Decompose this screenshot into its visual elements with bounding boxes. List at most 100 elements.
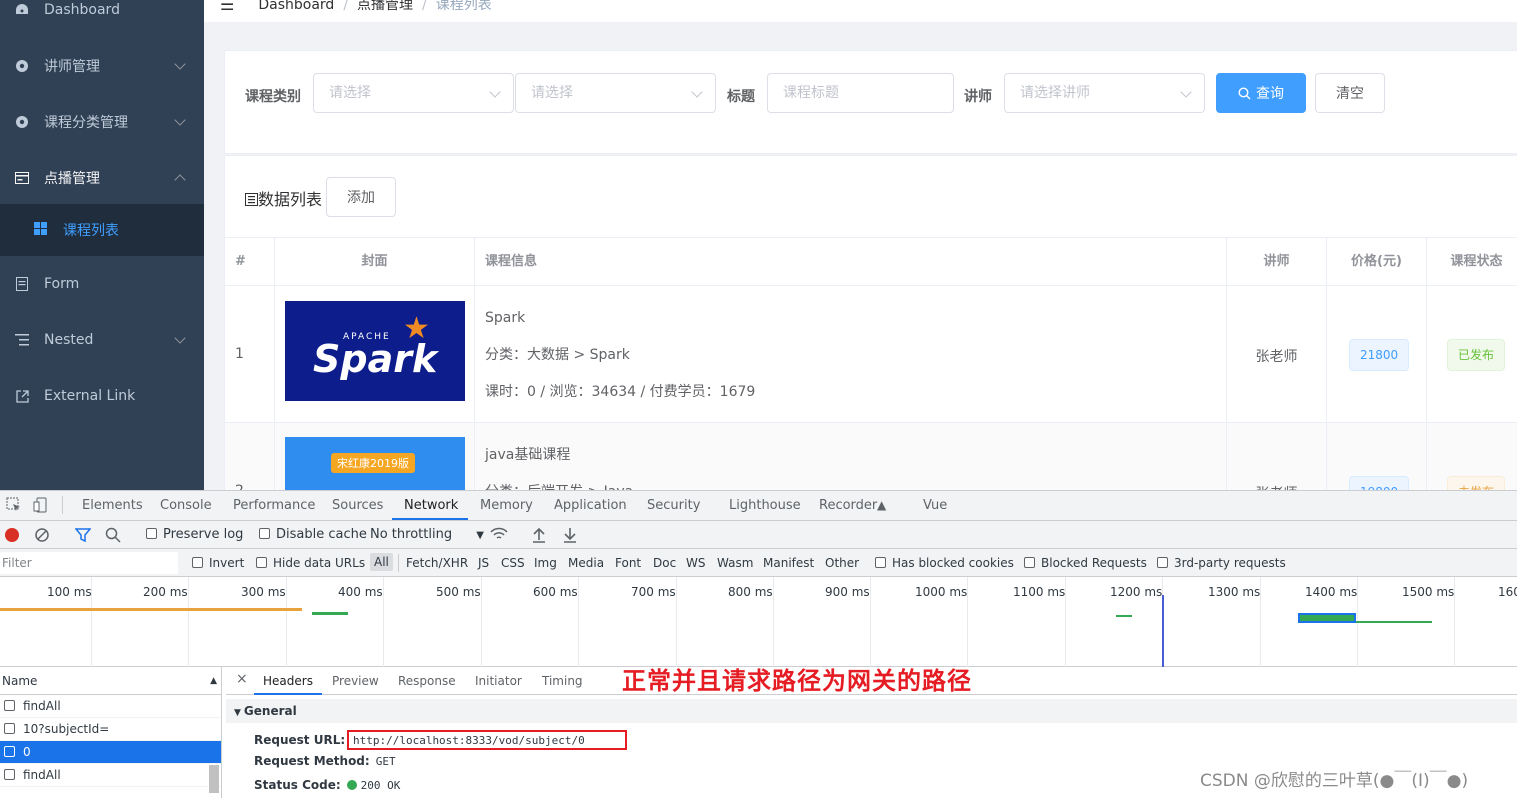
search-button[interactable]: 查询 xyxy=(1216,73,1306,113)
tab-network[interactable]: Network xyxy=(404,498,458,513)
request-row[interactable]: findAll xyxy=(0,764,221,787)
course-stats: 课时：0 / 浏览：34634 / 付费学员：1679 xyxy=(485,384,756,400)
blocked-requests-checkbox[interactable]: Blocked Requests xyxy=(1024,556,1147,570)
tab-application[interactable]: Application xyxy=(554,498,627,513)
status-badge: 已发布 xyxy=(1447,339,1506,371)
blocked-cookies-checkbox[interactable]: Has blocked cookies xyxy=(875,556,1014,570)
sidebar-item-label: Nested xyxy=(44,332,94,348)
type-filter-css[interactable]: CSS xyxy=(501,556,525,570)
type-filter-img[interactable]: Img xyxy=(534,556,557,570)
hamburger-icon[interactable]: ☰ xyxy=(220,0,234,14)
type-filter-font[interactable]: Font xyxy=(615,556,641,570)
timeline-selected-bar xyxy=(1298,613,1356,623)
select-placeholder: 请选择 xyxy=(329,85,371,101)
export-har-icon[interactable] xyxy=(563,527,577,547)
type-filter-all[interactable]: All xyxy=(370,553,393,571)
type-filter-media[interactable]: Media xyxy=(568,556,604,570)
general-section-header[interactable]: ▼ General xyxy=(226,699,1517,723)
gridline xyxy=(870,577,871,667)
filter-placeholder: Filter xyxy=(2,556,32,570)
request-row[interactable]: findAll xyxy=(0,695,221,718)
third-party-checkbox[interactable]: 3rd-party requests xyxy=(1157,556,1286,570)
select-placeholder: 请选择 xyxy=(531,85,573,101)
sidebar-item-external-link[interactable]: External Link xyxy=(0,368,204,424)
tab-recorder[interactable]: Recorder xyxy=(819,498,877,513)
sidebar-item-vod[interactable]: 点播管理 xyxy=(0,150,204,206)
clear-icon[interactable] xyxy=(34,527,50,547)
title-input[interactable]: 课程标题 xyxy=(767,73,954,113)
breadcrumb-vod[interactable]: 点播管理 xyxy=(357,0,413,13)
timeline-label: 160 xyxy=(1498,585,1517,599)
inspect-icon[interactable] xyxy=(6,497,22,517)
network-conditions-icon[interactable] xyxy=(490,526,508,546)
invert-checkbox[interactable]: Invert xyxy=(192,556,244,570)
sidebar-subitem-course-list[interactable]: 课程列表 xyxy=(0,204,204,256)
type-filter-js[interactable]: JS xyxy=(478,556,489,570)
tab-preview[interactable]: Preview xyxy=(332,674,379,688)
filter-input[interactable]: Filter xyxy=(0,552,178,574)
tab-sources[interactable]: Sources xyxy=(332,498,383,513)
sidebar-item-dashboard[interactable]: Dashboard xyxy=(0,0,204,38)
type-filter-ws[interactable]: WS xyxy=(686,556,705,570)
type-filter-wasm[interactable]: Wasm xyxy=(717,556,753,570)
timeline-label: 900 ms xyxy=(825,585,870,599)
teacher-select[interactable]: 请选择讲师 xyxy=(1004,73,1205,113)
request-url-highlight: http://localhost:8333/vod/subject/0 xyxy=(346,730,627,750)
file-icon xyxy=(4,700,15,711)
chevron-down-icon xyxy=(1180,86,1192,98)
tab-security[interactable]: Security xyxy=(647,498,700,513)
type-filter-other[interactable]: Other xyxy=(825,556,859,570)
tab-initiator[interactable]: Initiator xyxy=(475,674,522,688)
category-select-2[interactable]: 请选择 xyxy=(515,73,716,113)
request-row[interactable]: 10?subjectId= xyxy=(0,718,221,741)
tab-console[interactable]: Console xyxy=(160,498,212,513)
type-filter-manifest[interactable]: Manifest xyxy=(763,556,814,570)
sidebar-item-label: External Link xyxy=(44,388,136,404)
add-button[interactable]: 添加 xyxy=(326,177,396,217)
price-tag: 21800 xyxy=(1349,339,1410,371)
clear-button[interactable]: 清空 xyxy=(1315,73,1385,113)
tab-response[interactable]: Response xyxy=(398,674,456,688)
invert-label: Invert xyxy=(209,556,245,570)
request-row-selected[interactable]: 0 xyxy=(0,741,221,764)
device-toggle-icon[interactable] xyxy=(33,497,49,517)
breadcrumb-home[interactable]: Dashboard xyxy=(258,0,334,13)
row-cover-cell: 宋红康2019版 xyxy=(275,423,475,490)
scrollbar-thumb[interactable] xyxy=(209,765,219,793)
network-overview-timeline[interactable]: 100 ms 200 ms 300 ms 400 ms 500 ms 600 m… xyxy=(0,577,1517,667)
throttling-select[interactable]: No throttling ▼ xyxy=(370,527,484,542)
tab-vue[interactable]: Vue xyxy=(923,498,947,513)
tab-elements[interactable]: Elements xyxy=(82,498,143,513)
tab-lighthouse[interactable]: Lighthouse xyxy=(729,498,801,513)
record-icon[interactable] xyxy=(5,528,19,542)
names-column-header[interactable]: Name ▲ xyxy=(0,667,221,695)
tab-performance[interactable]: Performance xyxy=(233,498,315,513)
file-icon xyxy=(4,769,15,780)
sidebar-item-teachers[interactable]: 讲师管理 xyxy=(0,38,204,94)
row-info-cell: java基础课程 分类：后端开发 > Java xyxy=(475,423,1227,490)
chevron-up-icon xyxy=(174,174,186,186)
hide-data-urls-checkbox[interactable]: Hide data URLs xyxy=(256,556,365,570)
timeline-label: 1500 ms xyxy=(1402,585,1455,599)
filter-icon[interactable] xyxy=(74,527,92,547)
sidebar-item-form[interactable]: Form xyxy=(0,256,204,312)
timeline-label: 700 ms xyxy=(631,585,676,599)
preserve-log-checkbox[interactable]: Preserve log xyxy=(146,527,243,542)
sidebar-item-categories[interactable]: 课程分类管理 xyxy=(0,94,204,150)
sort-icon: ▲ xyxy=(210,676,217,686)
close-icon[interactable]: × xyxy=(236,671,248,687)
tab-headers[interactable]: Headers xyxy=(263,674,313,688)
tab-timing[interactable]: Timing xyxy=(542,674,583,688)
breadcrumb-separator: / xyxy=(422,0,427,13)
sidebar-item-nested[interactable]: Nested xyxy=(0,312,204,368)
checkbox-icon xyxy=(192,557,203,568)
tab-memory[interactable]: Memory xyxy=(480,498,533,513)
type-filter-xhr[interactable]: Fetch/XHR xyxy=(406,556,468,570)
gear-icon xyxy=(14,58,30,74)
category-select-1[interactable]: 请选择 xyxy=(313,73,514,113)
disable-cache-checkbox[interactable]: Disable cache xyxy=(259,527,367,542)
type-filter-doc[interactable]: Doc xyxy=(653,556,676,570)
gridline xyxy=(481,577,482,667)
search-icon[interactable] xyxy=(105,527,121,547)
import-har-icon[interactable] xyxy=(532,527,546,547)
